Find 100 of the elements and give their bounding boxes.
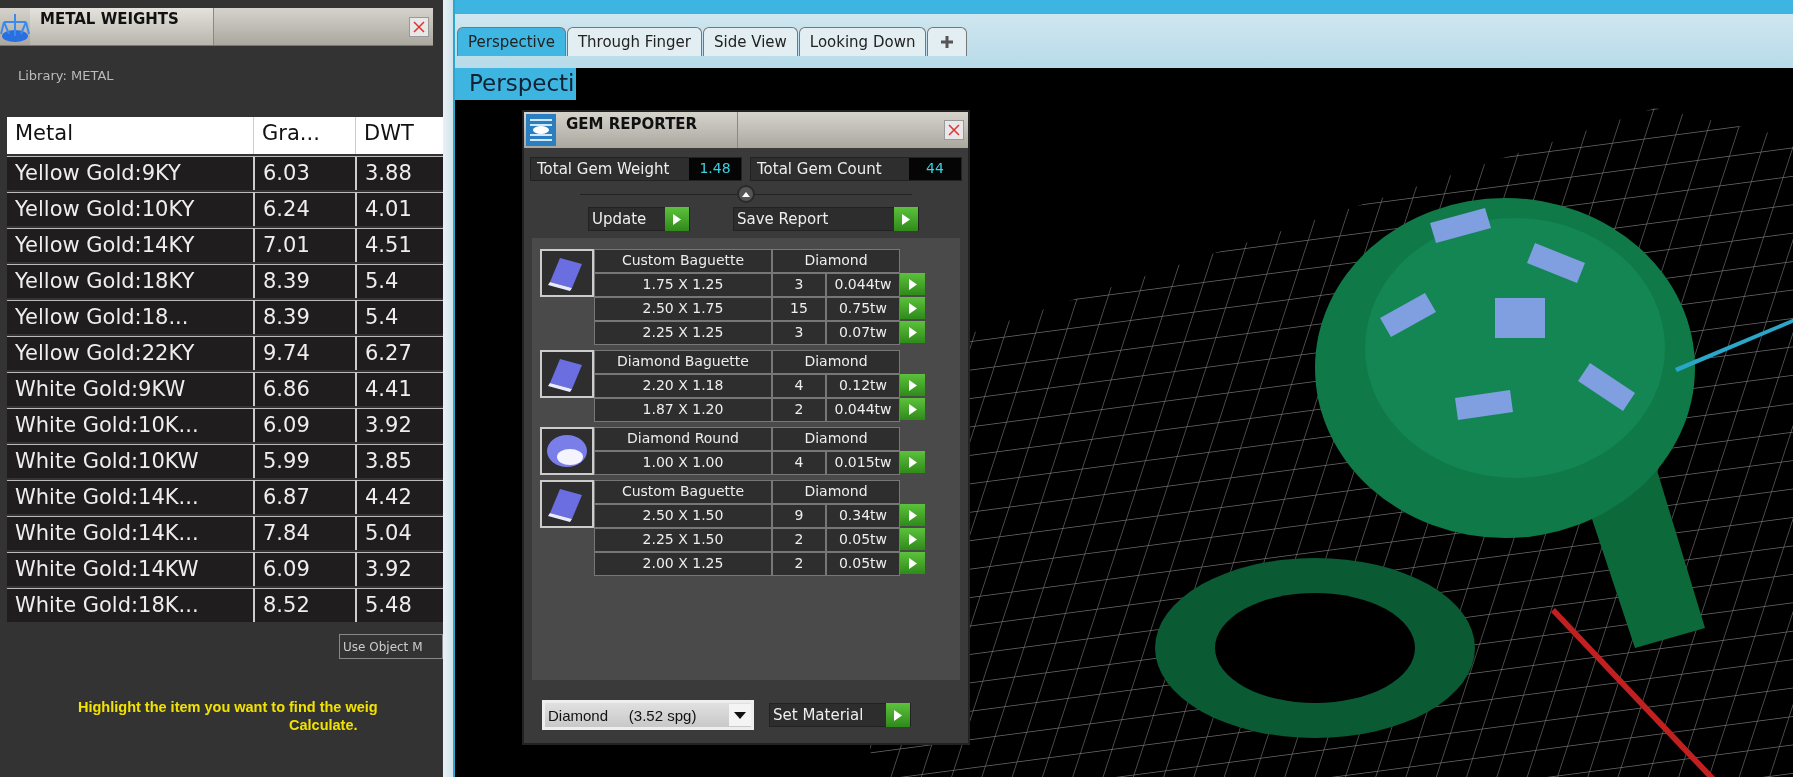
triangle-icon	[908, 278, 917, 290]
use-object-button[interactable]: Use Object M	[339, 634, 443, 659]
table-cell: 5.4	[355, 300, 443, 334]
triangle-icon	[908, 557, 917, 569]
table-cell: 5.48	[355, 588, 443, 622]
close-button[interactable]	[944, 120, 964, 140]
view-tab[interactable]: Side View	[703, 27, 798, 56]
triangle-icon	[908, 403, 917, 415]
hint-text: Calculate.	[288, 717, 359, 733]
go-button[interactable]	[900, 398, 925, 420]
table-cell: 3.88	[355, 156, 443, 190]
set-material-button[interactable]: Set Material	[769, 703, 911, 727]
column-header[interactable]: Metal	[7, 117, 253, 154]
panel-splitter[interactable]	[443, 0, 455, 777]
gem-material: Diamond	[772, 427, 900, 451]
round-gem-icon	[546, 434, 588, 468]
table-cell: 0.34tw	[826, 504, 900, 528]
table-cell: 0.12tw	[826, 374, 900, 398]
table-cell: 3	[772, 321, 826, 345]
total-weight-label: Total Gem Weight	[531, 158, 689, 180]
hint-text: Highlight the item you want to find the weig	[77, 699, 379, 715]
add-tab-button[interactable]	[927, 27, 968, 56]
go-button[interactable]	[900, 297, 925, 319]
save-report-button[interactable]: Save Report	[733, 207, 919, 231]
table-cell: White Gold:14K...	[7, 516, 253, 550]
go-button[interactable]	[900, 321, 925, 343]
table-cell: White Gold:14KW	[7, 552, 253, 586]
library-label: Library: METAL	[17, 67, 115, 85]
column-header[interactable]: Gra...	[253, 117, 355, 154]
table-cell: 7.84	[253, 516, 355, 550]
table-cell: White Gold:10K...	[7, 408, 253, 442]
go-button[interactable]	[900, 528, 925, 550]
go-button[interactable]	[900, 451, 925, 473]
table-cell: 2	[772, 398, 826, 422]
table-cell: 9.74	[253, 336, 355, 370]
material-dropdown[interactable]: Diamond (3.52 spg)	[542, 700, 754, 730]
gem-type: Custom Baguette	[594, 249, 772, 273]
table-cell: 6.24	[253, 192, 355, 226]
panel-title: METAL WEIGHTS	[30, 8, 214, 45]
triangle-icon	[908, 326, 917, 338]
total-count-label: Total Gem Count	[751, 158, 909, 180]
table-cell: 4.51	[355, 228, 443, 262]
triangle-icon	[908, 456, 917, 468]
panel-title: GEM REPORTER	[558, 112, 738, 148]
table-cell: 15	[772, 297, 826, 321]
table-cell: 2.20 X 1.18	[594, 374, 772, 398]
table-cell: 2	[772, 528, 826, 552]
table-cell: 2.25 X 1.25	[594, 321, 772, 345]
table-cell: Yellow Gold:22KY	[7, 336, 253, 370]
table-cell: 3.92	[355, 408, 443, 442]
go-button[interactable]	[900, 504, 925, 526]
table-cell: 8.52	[253, 588, 355, 622]
table-cell: 2.25 X 1.50	[594, 528, 772, 552]
table-cell: 0.044tw	[826, 398, 900, 422]
table-cell: Yellow Gold:14KY	[7, 228, 253, 262]
go-button[interactable]	[900, 273, 925, 295]
view-tab[interactable]: Looking Down	[798, 27, 927, 56]
gem-type: Custom Baguette	[594, 480, 772, 504]
caret-icon	[734, 711, 746, 719]
gem-material: Diamond	[772, 350, 900, 374]
table-cell: White Gold:10KW	[7, 444, 253, 478]
table-cell: White Gold:18K...	[7, 588, 253, 622]
table-cell: 0.75tw	[826, 297, 900, 321]
table-cell: 8.39	[253, 264, 355, 298]
collapse-handle[interactable]	[737, 185, 755, 203]
table-cell: White Gold:14K...	[7, 480, 253, 514]
table-cell: Yellow Gold:10KY	[7, 192, 253, 226]
table-cell: 6.03	[253, 156, 355, 190]
table-cell: 9	[772, 504, 826, 528]
triangle-icon	[908, 379, 917, 391]
total-count-value: 44	[909, 158, 961, 180]
table-cell: White Gold:9KW	[7, 372, 253, 406]
table-cell: 4.01	[355, 192, 443, 226]
table-cell: 2	[772, 552, 826, 576]
table-cell: Yellow Gold:18...	[7, 300, 253, 334]
table-cell: 5.04	[355, 516, 443, 550]
go-button[interactable]	[900, 374, 925, 396]
table-cell: 2.50 X 1.75	[594, 297, 772, 321]
table-cell: 1.00 X 1.00	[594, 451, 772, 475]
table-cell: 4.41	[355, 372, 443, 406]
column-header[interactable]: DWT	[355, 117, 443, 154]
table-cell: 6.09	[253, 552, 355, 586]
plus-icon	[940, 35, 955, 49]
view-tab[interactable]: Through Finger	[566, 27, 702, 56]
go-button[interactable]	[900, 552, 925, 574]
table-cell: 1.87 X 1.20	[594, 398, 772, 422]
table-cell: 3.85	[355, 444, 443, 478]
table-cell: 3.92	[355, 552, 443, 586]
gem-material: Diamond	[772, 480, 900, 504]
table-cell: 3	[772, 273, 826, 297]
table-cell: 5.4	[355, 264, 443, 298]
table-cell: 2.00 X 1.25	[594, 552, 772, 576]
viewport-label: Perspecti	[455, 68, 576, 100]
table-cell: 1.75 X 1.25	[594, 273, 772, 297]
table-cell: Yellow Gold:18KY	[7, 264, 253, 298]
table-cell: 0.015tw	[826, 451, 900, 475]
table-cell: Yellow Gold:9KY	[7, 156, 253, 190]
view-tab[interactable]: Perspective	[457, 27, 566, 56]
update-button[interactable]: Update	[588, 207, 690, 231]
close-button[interactable]	[409, 16, 429, 37]
